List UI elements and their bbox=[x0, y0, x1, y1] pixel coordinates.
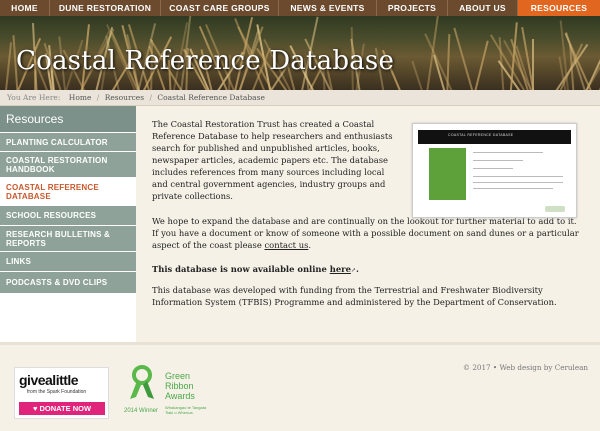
breadcrumb-separator: / bbox=[149, 93, 152, 102]
nav-dune-restoration[interactable]: DUNE RESTORATION bbox=[50, 0, 161, 16]
sidebar-item-research-bulletins[interactable]: RESEARCH BULLETINS & REPORTS bbox=[0, 225, 136, 251]
thumbnail-search-panel bbox=[429, 148, 466, 200]
thumbnail-logo bbox=[545, 206, 565, 212]
breadcrumb-resources[interactable]: Resources bbox=[105, 93, 144, 102]
web-design-credit[interactable]: Web design by Cerulean bbox=[499, 363, 588, 372]
breadcrumb-label: You Are Here: bbox=[7, 93, 61, 102]
nav-home[interactable]: HOME bbox=[0, 0, 50, 16]
top-navigation: HOME DUNE RESTORATION COAST CARE GROUPS … bbox=[0, 0, 600, 16]
funding-paragraph: This database was developed with funding… bbox=[152, 285, 557, 307]
sidebar-item-label: COASTAL RESTORATION HANDBOOK bbox=[6, 155, 108, 174]
nav-news-events[interactable]: NEWS & EVENTS bbox=[279, 0, 377, 16]
sidebar-item-label: LINKS bbox=[6, 257, 31, 266]
sidebar-item-label: RESEARCH BULLETINS & REPORTS bbox=[6, 229, 111, 248]
nav-about-us[interactable]: ABOUT US bbox=[448, 0, 518, 16]
green-ribbon-icon bbox=[130, 365, 154, 399]
footer: givealittle from the Spark Foundation ♥ … bbox=[0, 342, 600, 431]
thumbnail-line bbox=[473, 176, 563, 177]
footer-credit: © 2017 • Web design by Cerulean bbox=[463, 363, 588, 372]
page-title: Coastal Reference Database bbox=[16, 46, 395, 76]
thumbnail-line bbox=[473, 168, 513, 169]
thumbnail-line bbox=[473, 152, 543, 153]
sidebar: Resources PLANTING CALCULATOR COASTAL RE… bbox=[0, 106, 136, 342]
thumbnail-line bbox=[473, 188, 553, 189]
donate-label: DONATE NOW bbox=[39, 404, 92, 413]
sidebar-item-label: PODCASTS & DVD CLIPS bbox=[6, 278, 108, 287]
breadcrumb-home[interactable]: Home bbox=[69, 93, 92, 102]
available-text: This database is now available online bbox=[152, 264, 327, 274]
sidebar-item-podcasts-dvd[interactable]: PODCASTS & DVD CLIPS bbox=[0, 271, 136, 293]
green-ribbon-title: Green Ribbon Awards bbox=[165, 371, 195, 401]
sidebar-item-school-resources[interactable]: SCHOOL RESOURCES bbox=[0, 205, 136, 225]
database-screenshot-thumbnail[interactable]: COASTAL REFERENCE DATABASE bbox=[412, 123, 577, 218]
grass-blade bbox=[446, 34, 451, 90]
available-paragraph: This database is now available online he… bbox=[152, 263, 582, 277]
grass-blade bbox=[472, 40, 489, 90]
sidebar-item-links[interactable]: LINKS bbox=[0, 251, 136, 271]
sidebar-item-coastal-reference-database[interactable]: COASTAL REFERENCE DATABASE bbox=[0, 177, 136, 205]
contact-us-link[interactable]: contact us bbox=[264, 240, 308, 250]
thumbnail-title: COASTAL REFERENCE DATABASE bbox=[448, 133, 514, 137]
donate-now-button[interactable]: ♥ DONATE NOW bbox=[19, 402, 105, 415]
expand-paragraph: We hope to expand the database and are c… bbox=[152, 215, 582, 251]
expand-end: . bbox=[308, 240, 312, 250]
grass-blade bbox=[411, 60, 426, 90]
sidebar-item-planting-calculator[interactable]: PLANTING CALCULATOR bbox=[0, 132, 136, 151]
thumbnail-line bbox=[473, 182, 563, 183]
sidebar-item-label: PLANTING CALCULATOR bbox=[6, 137, 108, 147]
green-ribbon-winner: 2014 Winner bbox=[124, 408, 159, 414]
sidebar-item-label: COASTAL REFERENCE DATABASE bbox=[6, 182, 99, 201]
grass-blade bbox=[4, 42, 13, 90]
grass-blade bbox=[425, 16, 440, 90]
givealittle-logo: givealittle bbox=[19, 372, 79, 388]
hero-banner: Coastal Reference Database bbox=[0, 16, 600, 90]
thumbnail-line bbox=[473, 160, 523, 161]
green-ribbon-subtitle: Whakangao te Tangata Tiaki o Whenua bbox=[165, 405, 207, 415]
expand-text: We hope to expand the database and are c… bbox=[152, 216, 579, 250]
here-link[interactable]: here bbox=[330, 264, 351, 274]
heart-icon: ♥ bbox=[32, 404, 38, 413]
available-end: . bbox=[355, 264, 359, 274]
nav-coast-care-groups[interactable]: COAST CARE GROUPS bbox=[161, 0, 279, 16]
green-ribbon-awards-badge: Green Ribbon Awards 2014 Winner Whakanga… bbox=[123, 365, 233, 423]
credit-separator: • bbox=[492, 363, 498, 372]
copyright: © 2017 bbox=[462, 363, 491, 372]
sidebar-item-label: SCHOOL RESOURCES bbox=[6, 211, 97, 220]
thumbnail-header: COASTAL REFERENCE DATABASE bbox=[418, 130, 571, 144]
intro-paragraph: The Coastal Restoration Trust has create… bbox=[152, 119, 393, 201]
grass-blade bbox=[453, 27, 476, 90]
sidebar-item-coastal-restoration-handbook[interactable]: COASTAL RESTORATION HANDBOOK bbox=[0, 151, 136, 177]
givealittle-badge[interactable]: givealittle from the Spark Foundation ♥ … bbox=[14, 367, 109, 419]
breadcrumb-current: Coastal Reference Database bbox=[157, 93, 265, 102]
nav-resources[interactable]: RESOURCES bbox=[518, 0, 600, 16]
givealittle-from: from the Spark Foundation bbox=[27, 389, 87, 395]
nav-projects[interactable]: PROJECTS bbox=[377, 0, 448, 16]
breadcrumb-separator: / bbox=[96, 93, 100, 102]
breadcrumb: You Are Here: Home / Resources / Coastal… bbox=[0, 90, 600, 106]
sidebar-heading: Resources bbox=[0, 106, 136, 132]
